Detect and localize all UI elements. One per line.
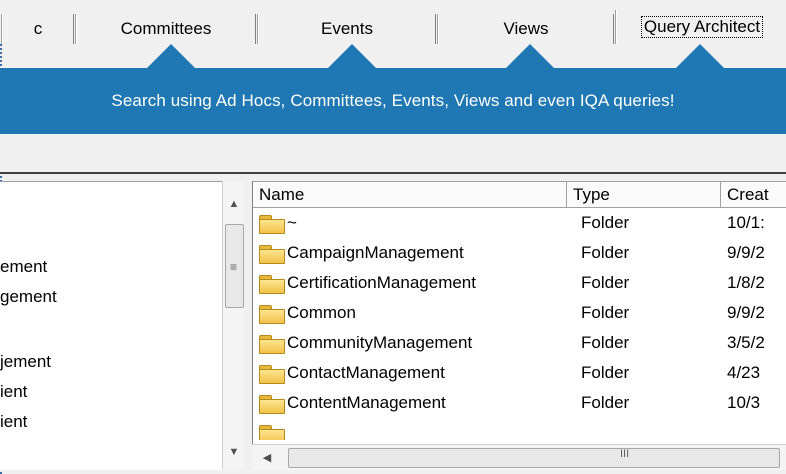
row-type: Folder (581, 243, 630, 262)
tree-item[interactable]: ient (0, 412, 215, 432)
scroll-left-icon[interactable]: ◀ (256, 445, 278, 470)
row-name: CampaignManagement (287, 243, 464, 262)
row-type: Folder (581, 393, 630, 412)
info-banner: Search using Ad Hocs, Committees, Events… (0, 68, 786, 134)
column-header-type[interactable]: Type (567, 182, 721, 208)
tab-label: Events (321, 19, 373, 38)
column-header-label: Creat (727, 184, 769, 204)
row-name: Common (287, 303, 356, 322)
tab-label: Views (503, 19, 549, 38)
list-row[interactable]: CertificationManagement Folder 1/8/2 (253, 268, 786, 298)
tab-views[interactable]: Views (438, 14, 614, 44)
row-name: CommunityManagement (287, 333, 473, 352)
list-horizontal-scrollbar[interactable]: ◀ III (252, 444, 786, 470)
list-row[interactable]: ContentManagement Folder 10/3 (253, 388, 786, 418)
tab-events[interactable]: Events (258, 14, 436, 44)
tab-adhoc[interactable]: c (2, 14, 74, 44)
row-type: Folder (581, 273, 630, 292)
scroll-thumb[interactable] (288, 448, 780, 468)
tree-item[interactable]: ient (0, 382, 215, 402)
list-row[interactable]: CampaignManagement Folder 9/9/2 (253, 238, 786, 268)
column-header-label: Type (573, 184, 610, 204)
scroll-down-icon[interactable]: ▼ (223, 441, 245, 463)
row-created: 3/5/2 (727, 333, 765, 352)
folder-icon (259, 305, 285, 324)
row-type: Folder (581, 333, 630, 352)
scroll-up-icon[interactable]: ▲ (223, 193, 245, 215)
folder-icon (259, 215, 285, 234)
toolbar (0, 134, 786, 174)
callout-pointer (147, 44, 195, 68)
tree-item[interactable]: ement (0, 257, 215, 277)
tab-query-architect[interactable]: Query Architect (616, 10, 786, 44)
callout-pointer (506, 44, 554, 68)
row-type: Folder (581, 213, 630, 232)
row-name: ContactManagement (287, 363, 445, 382)
scroll-thumb[interactable]: ≡ (225, 224, 244, 308)
folder-icon (259, 275, 285, 294)
row-created: 9/9/2 (727, 243, 765, 262)
tab-strip: c Committees Events Views Query Architec… (0, 0, 786, 44)
folder-icon (259, 395, 285, 414)
row-type: Folder (581, 303, 630, 322)
tab-committees[interactable]: Committees (76, 14, 256, 44)
callout-pointer (328, 44, 376, 68)
row-name: ContentManagement (287, 393, 446, 412)
folder-icon (259, 335, 285, 354)
row-name: CertificationManagement (287, 273, 476, 292)
row-name: ~ (287, 213, 297, 232)
column-header-created[interactable]: Creat (721, 182, 786, 208)
tab-label: Query Architect (640, 16, 764, 38)
column-header-name[interactable]: Name (253, 182, 567, 208)
row-created: 4/23 (727, 363, 761, 382)
row-created: 9/9/2 (727, 303, 765, 322)
pane-splitter[interactable] (244, 181, 252, 474)
column-header-label: Name (259, 184, 305, 204)
tree-pane: ement gement jement ient ient (0, 181, 222, 470)
tab-label: Committees (120, 19, 212, 38)
callout-pointer (676, 44, 724, 68)
grip-icon: ≡ (230, 260, 238, 274)
row-created: 10/3 (727, 393, 761, 412)
list-row-partial[interactable] (253, 418, 786, 440)
row-type: Folder (581, 363, 630, 382)
folder-icon (259, 245, 285, 264)
row-created: 10/1: (727, 213, 765, 232)
tree-vertical-scrollbar[interactable]: ▲ ≡ ▼ (222, 181, 245, 469)
row-created: 1/8/2 (727, 273, 765, 292)
list-row[interactable]: ~ Folder 10/1: (253, 208, 786, 238)
list-row[interactable]: Common Folder 9/9/2 (253, 298, 786, 328)
folder-icon (259, 365, 285, 384)
list-row[interactable]: ContactManagement Folder 4/23 (253, 358, 786, 388)
folder-icon (259, 425, 285, 440)
tab-label: c (33, 19, 43, 38)
list-row[interactable]: CommunityManagement Folder 3/5/2 (253, 328, 786, 358)
tree-item[interactable]: jement (0, 352, 215, 372)
tree-item[interactable]: gement (0, 287, 215, 307)
banner-text: Search using Ad Hocs, Committees, Events… (111, 91, 675, 110)
grip-icon: III (620, 448, 630, 460)
file-list: Name Type Creat ~ Folder 10/1: CampaignM… (252, 181, 786, 470)
